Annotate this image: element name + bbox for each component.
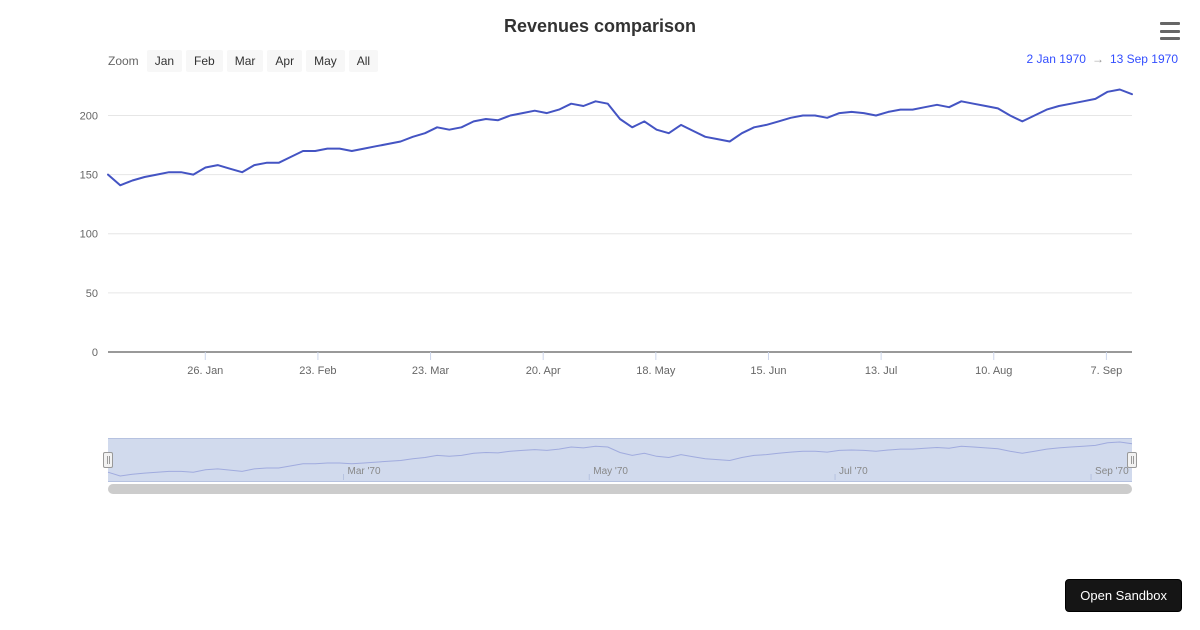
chart-context-menu-button[interactable] (1160, 22, 1180, 40)
zoom-btn-may[interactable]: May (306, 50, 345, 72)
y-axis-tick-label: 50 (86, 288, 98, 300)
y-axis-tick-label: 0 (92, 347, 98, 359)
open-sandbox-button[interactable]: Open Sandbox (1065, 579, 1182, 612)
zoom-bar: Zoom Jan Feb Mar Apr May All (108, 50, 378, 72)
x-axis-tick-label: 23. Mar (412, 365, 450, 377)
range-from[interactable]: 2 Jan 1970 (1027, 52, 1086, 66)
zoom-btn-jan[interactable]: Jan (147, 50, 182, 72)
x-axis-tick-label: 13. Jul (865, 365, 897, 377)
chart-container: Revenues comparison Zoom Jan Feb Mar Apr… (0, 0, 1200, 630)
navigator-tick-label: May '70 (593, 466, 628, 477)
chart-title: Revenues comparison (0, 16, 1200, 37)
zoom-btn-all[interactable]: All (349, 50, 378, 72)
plot-area[interactable]: 05010015020026. Jan23. Feb23. Mar20. Apr… (108, 80, 1132, 352)
navigator-tick-label: Mar '70 (348, 466, 381, 477)
y-axis-tick-label: 150 (80, 170, 98, 182)
navigator-tick-label: Sep '70 (1095, 466, 1129, 477)
navigator[interactable]: Mar '70 May '70 Jul '70 Sep '70 (108, 438, 1132, 480)
x-axis-tick-label: 15. Jun (750, 365, 786, 377)
series-line-revenue (108, 90, 1132, 186)
range-display: 2 Jan 1970 → 13 Sep 1970 (1027, 52, 1178, 66)
x-axis-tick-label: 26. Jan (187, 365, 223, 377)
navigator-handle-left[interactable] (103, 452, 113, 468)
x-axis-tick-label: 23. Feb (299, 365, 336, 377)
navigator-scrollbar-track[interactable] (108, 484, 1132, 494)
zoom-btn-mar[interactable]: Mar (227, 50, 264, 72)
x-axis-tick-label: 18. May (636, 365, 676, 377)
navigator-scrollbar-thumb[interactable] (108, 484, 1132, 494)
zoom-btn-feb[interactable]: Feb (186, 50, 223, 72)
y-axis-tick-label: 100 (80, 229, 98, 241)
zoom-label: Zoom (108, 54, 139, 68)
navigator-handle-right[interactable] (1127, 452, 1137, 468)
navigator-tick-label: Jul '70 (839, 466, 868, 477)
x-axis-tick-label: 20. Apr (526, 365, 561, 377)
x-axis-tick-label: 7. Sep (1090, 365, 1122, 377)
y-axis-tick-label: 200 (80, 110, 98, 122)
x-axis-tick-label: 10. Aug (975, 365, 1012, 377)
range-arrow-icon: → (1092, 52, 1104, 66)
zoom-btn-apr[interactable]: Apr (267, 50, 302, 72)
range-to[interactable]: 13 Sep 1970 (1110, 52, 1178, 66)
